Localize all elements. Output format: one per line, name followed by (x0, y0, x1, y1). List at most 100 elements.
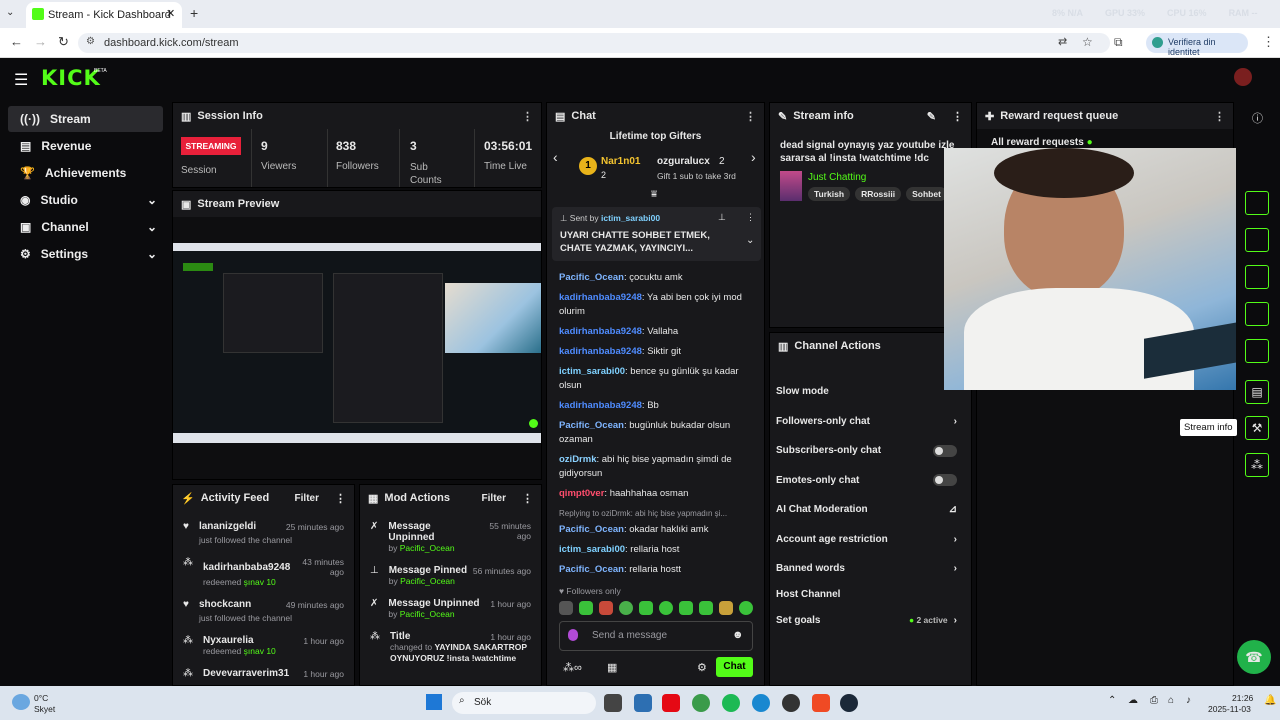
tag[interactable]: Turkish (808, 187, 851, 201)
chat-message[interactable]: Pacific_Ocean: çocuktu amk (547, 271, 764, 285)
bookmark-star-icon[interactable]: ☆ (1082, 35, 1093, 49)
wrench-icon[interactable]: ⚒ (1245, 416, 1269, 440)
emote-icon[interactable] (719, 601, 733, 615)
chat-username[interactable]: Pacific_Ocean (559, 272, 624, 283)
chat-username[interactable]: oziDrmk (559, 454, 596, 465)
weather-icon[interactable] (12, 694, 30, 710)
reload-icon[interactable]: ↻ (58, 34, 69, 50)
sidebar-item-studio[interactable]: ◉ Studio ⌄ (8, 187, 163, 213)
emote-icon[interactable] (619, 601, 633, 615)
more-options-icon[interactable]: ⋮ (522, 492, 533, 505)
pinned-message[interactable]: ⊥ Sent by ictim_sarabi00 ⊥ ⋮ UYARI CHATT… (552, 207, 761, 261)
chat-message[interactable]: Pacific_Ocean: okadar haklıki amk (547, 523, 764, 537)
host-channel-row[interactable]: Host Channel (770, 584, 971, 606)
chevron-left-icon[interactable]: ‹ (553, 149, 558, 165)
emote-icon[interactable] (559, 601, 573, 615)
rail-widget-button[interactable] (1245, 228, 1269, 252)
chat-username[interactable]: kadirhanbaba9248 (559, 292, 642, 303)
user-avatar[interactable] (1234, 68, 1252, 86)
steam-icon[interactable] (840, 694, 858, 712)
chat-username[interactable]: Pacific_Ocean (559, 564, 624, 575)
sidebar-item-achievements[interactable]: 🏆 Achievements (8, 160, 163, 186)
browser-menu-icon[interactable]: ⋮ (1262, 34, 1275, 50)
gear-icon[interactable]: ⚙ (697, 661, 707, 674)
filter-button[interactable]: Filter (295, 493, 319, 504)
hamburger-menu-icon[interactable]: ☰ (14, 70, 28, 90)
mic-icon[interactable] (568, 629, 578, 641)
chat-username[interactable]: ictim_sarabi00 (559, 544, 625, 555)
cloud-icon[interactable]: ☁ (1128, 695, 1138, 706)
mic-tray-icon[interactable]: ⎙ (1150, 695, 1158, 706)
browser-tab[interactable]: Stream - Kick Dashboard ✕ (26, 2, 182, 28)
points-icon[interactable]: ⁂∞ (563, 661, 582, 674)
extensions-icon[interactable]: ⧉ (1114, 35, 1123, 50)
brave-icon[interactable] (812, 694, 830, 712)
more-options-icon[interactable]: ⋮ (1214, 110, 1225, 123)
chat-input[interactable]: Send a message ☻ (559, 621, 753, 651)
sidebar-item-settings[interactable]: ⚙ Settings ⌄ (8, 241, 163, 267)
webcam-overlay[interactable] (944, 148, 1266, 390)
netflix-icon[interactable] (662, 694, 680, 712)
preview-video[interactable] (173, 243, 541, 443)
banned-words-row[interactable]: Banned words › (770, 554, 971, 584)
chat-username[interactable]: kadirhanbaba9248 (559, 400, 642, 411)
chat-message[interactable]: kadirhanbaba9248: Ya abi ben çok iyi mod… (547, 291, 764, 319)
chat-message[interactable]: Pacific_Ocean: rellaria hostt (547, 563, 764, 577)
chrome-icon[interactable] (692, 694, 710, 712)
chat-message[interactable]: qimpt0ver: haahhahaa osman (547, 487, 764, 501)
rail-widget-button[interactable] (1245, 191, 1269, 215)
store-icon[interactable]: ▦ (607, 661, 617, 674)
emote-icon[interactable] (599, 601, 613, 615)
chat-message[interactable]: kadirhanbaba9248: Bb (547, 399, 764, 413)
chat-username[interactable]: Pacific_Ocean (559, 420, 624, 431)
send-chat-button[interactable]: Chat (716, 657, 753, 677)
subscribers-only-row[interactable]: Subscribers-only chat (770, 436, 971, 466)
chat-message[interactable]: ictim_sarabi00: rellaria host (547, 543, 764, 557)
filter-icon[interactable]: ⩸ (651, 189, 657, 200)
slow-mode-row[interactable]: Slow mode (770, 377, 971, 407)
subscribers-only-toggle[interactable] (933, 444, 957, 457)
chat-username[interactable]: kadirhanbaba9248 (559, 346, 642, 357)
back-icon[interactable]: ← (10, 34, 23, 49)
chevron-right-icon[interactable]: › (751, 149, 756, 165)
info-icon[interactable]: ⓘ (1252, 110, 1263, 126)
chat-username[interactable]: Pacific_Ocean (559, 524, 624, 535)
chat-widget-icon[interactable]: ▤ (1245, 380, 1269, 404)
close-tab-icon[interactable]: ✕ (166, 7, 175, 20)
emote-icon[interactable] (739, 601, 753, 615)
kick-logo[interactable]: KICK (41, 66, 101, 90)
site-info-icon[interactable]: ⚙ (86, 36, 95, 47)
forward-icon[interactable]: → (34, 34, 47, 49)
taskbar-search[interactable]: ⌕ Sök (452, 692, 596, 714)
chat-message[interactable]: oziDrmk: abi hiç bise yapmadın şimdi de … (547, 453, 764, 481)
chat-message[interactable]: kadirhanbaba9248: Siktir git (547, 345, 764, 359)
emote-icon[interactable] (699, 601, 713, 615)
chat-message[interactable]: kadirhanbaba9248: Vallaha (547, 325, 764, 339)
sidebar-item-stream[interactable]: ((·)) Stream (8, 106, 163, 132)
ai-moderation-row[interactable]: AI Chat Moderation ⊿ (770, 495, 971, 525)
emote-icon[interactable] (579, 601, 593, 615)
url-field[interactable]: ⚙ dashboard.kick.com/stream ⇄ ☆ (78, 33, 1110, 53)
chat-username[interactable]: ictim_sarabi00 (559, 366, 625, 377)
translate-icon[interactable]: ⇄ (1058, 35, 1067, 48)
account-age-row[interactable]: Account age restriction › (770, 525, 971, 555)
emote-icon[interactable] (679, 601, 693, 615)
tray-chevron-icon[interactable]: ⌃ (1108, 695, 1116, 706)
more-options-icon[interactable]: ⋮ (746, 212, 755, 223)
edge-icon[interactable] (752, 694, 770, 712)
explorer-icon[interactable] (634, 694, 652, 712)
rail-widget-button[interactable] (1245, 302, 1269, 326)
category-name[interactable]: Just Chatting (808, 172, 866, 183)
chevron-down-icon[interactable]: ⌄ (746, 235, 754, 246)
followers-only-row[interactable]: Followers-only chat › (770, 407, 971, 437)
emotes-only-toggle[interactable] (933, 474, 957, 487)
edit-icon[interactable]: ✎ (927, 110, 936, 123)
emoji-icon[interactable]: ☻ (732, 629, 744, 641)
spotify-icon[interactable] (722, 694, 740, 712)
chat-username[interactable]: kadirhanbaba9248 (559, 326, 642, 337)
taskview-icon[interactable] (604, 694, 622, 712)
rail-widget-button[interactable] (1245, 339, 1269, 363)
rail-widget-button[interactable] (1245, 265, 1269, 289)
more-options-icon[interactable]: ⋮ (952, 110, 963, 123)
notification-icon[interactable]: 🔔 (1264, 695, 1276, 706)
